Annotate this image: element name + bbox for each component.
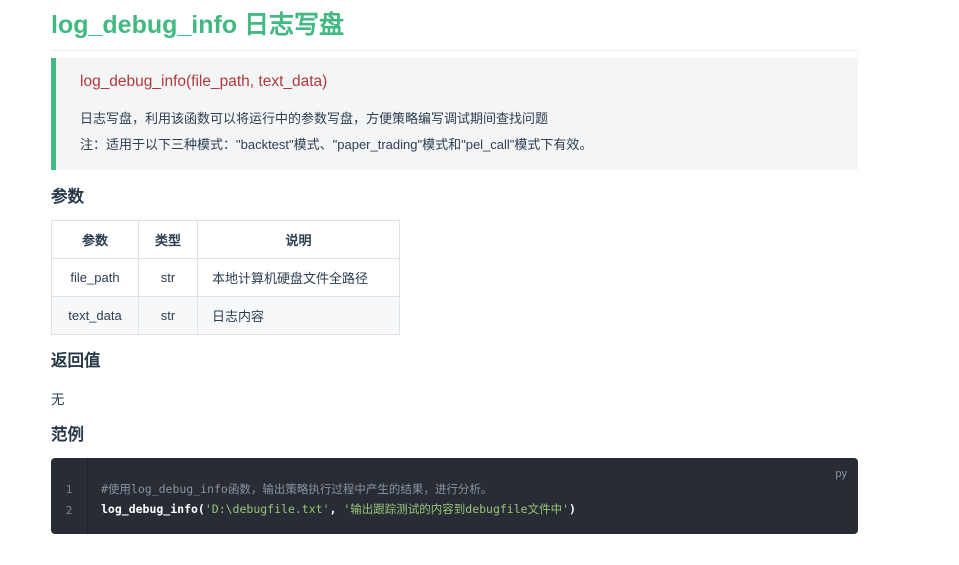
code-close: ) [569,502,576,516]
column-header-desc: 说明 [197,220,400,259]
param-type: str [138,258,198,297]
code-string: 'D:\debugfile.txt' [204,502,330,516]
param-type: str [138,296,198,335]
function-signature: log_debug_info(file_path, text_data) [80,73,328,90]
function-signature-block: log_debug_info(file_path, text_data) 日志写… [51,58,858,170]
code-lines: #使用log_debug_info函数，输出策略执行过程中产生的结果，进行分析。… [101,479,576,519]
return-value: 无 [51,392,65,407]
mode-note: 注：适用于以下三种模式："backtest"模式、"paper_trading"… [80,137,593,152]
code-call: log_debug_info( [101,502,205,516]
page-title: log_debug_info 日志写盘 [51,8,858,51]
param-name: file_path [51,258,139,297]
table-row: file_path str 本地计算机硬盘文件全路径 [51,258,400,297]
return-heading: 返回值 [51,352,101,370]
line-number: 1 [65,483,73,496]
column-header-type: 类型 [138,220,198,259]
line-number-gutter: 1 2 [51,458,88,534]
param-name: text_data [51,296,139,335]
param-desc: 本地计算机硬盘文件全路径 [197,258,400,297]
code-comment: #使用log_debug_info函数，输出策略执行过程中产生的结果，进行分析。 [101,482,493,496]
code-string: '输出跟踪测试的内容到debugfile文件中' [343,502,570,516]
table-header-row: 参数 类型 说明 [51,220,400,259]
line-number: 2 [65,504,73,517]
column-header-param: 参数 [51,220,139,259]
code-language-label: py [835,468,847,480]
params-heading: 参数 [51,188,84,206]
params-table: 参数 类型 说明 file_path str 本地计算机硬盘文件全路径 text… [51,220,400,335]
param-desc: 日志内容 [197,296,400,335]
table-row: text_data str 日志内容 [51,296,400,335]
function-description: 日志写盘，利用该函数可以将运行中的参数写盘，方便策略编写调试期间查找问题 [80,111,549,126]
code-line: log_debug_info('D:\debugfile.txt', '输出跟踪… [101,499,576,519]
code-separator: , [329,502,344,516]
code-block[interactable]: 1 2 #使用log_debug_info函数，输出策略执行过程中产生的结果，进… [51,458,858,534]
example-heading: 范例 [51,426,84,444]
